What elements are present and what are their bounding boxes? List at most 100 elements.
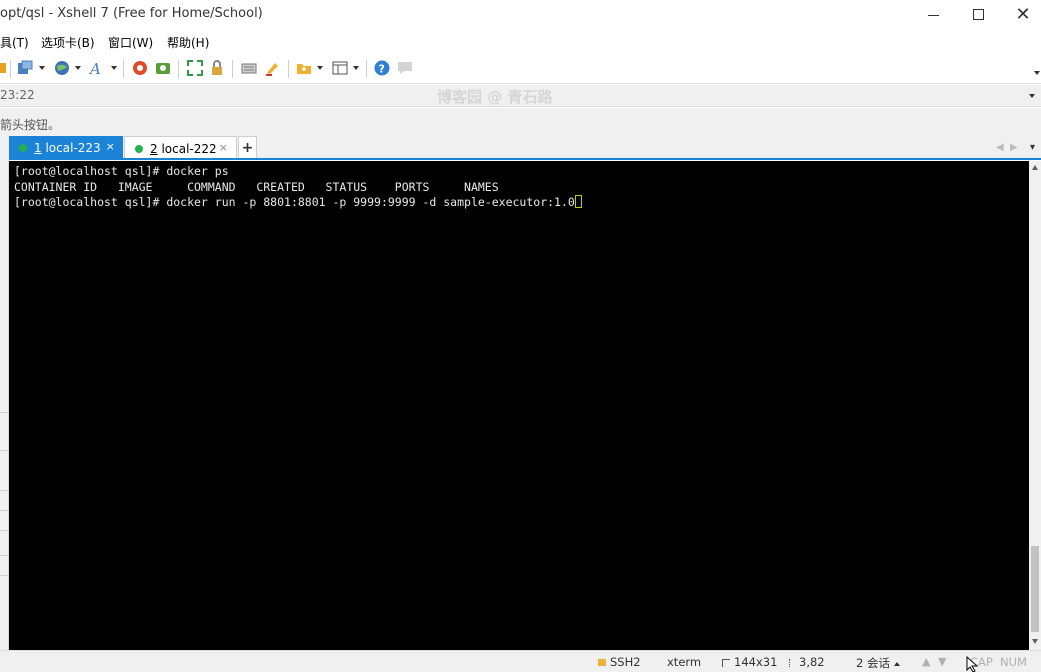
maximize-button[interactable] xyxy=(955,0,1001,28)
status-cursor-pos: 3,82 xyxy=(789,655,825,669)
folder-icon[interactable] xyxy=(295,59,313,77)
tab-number: 1 xyxy=(34,141,42,155)
sessions-label: 2 会话 xyxy=(856,656,890,670)
chevron-down-icon[interactable] xyxy=(353,66,359,70)
panel-divider xyxy=(0,555,8,556)
terminal-output[interactable]: [root@localhost qsl]# docker ps CONTAINE… xyxy=(9,161,1029,650)
connected-status-icon xyxy=(19,144,27,152)
terminal-line: [root@localhost qsl]# docker ps xyxy=(14,164,229,178)
download-icon: ▼ xyxy=(938,655,947,668)
menu-bar: 具(T) 选项卡(B) 窗口(W) 帮助(H) xyxy=(0,28,1041,54)
tab-local-223[interactable]: 1 local-223 × xyxy=(9,136,123,160)
chevron-down-icon[interactable] xyxy=(1029,94,1035,98)
status-size: 144x31 xyxy=(722,655,777,669)
toolbar-separator xyxy=(10,60,11,78)
toolbar-overflow-icon[interactable] xyxy=(1034,71,1040,75)
tab-prev-icon[interactable]: ◀ xyxy=(996,142,1004,153)
vertical-scrollbar[interactable] xyxy=(1029,161,1041,650)
tab-local-222[interactable]: 2 local-222 × xyxy=(124,136,237,160)
text-cursor xyxy=(574,195,582,208)
chevron-down-icon[interactable] xyxy=(75,66,81,70)
menu-tools[interactable]: 具(T) xyxy=(0,34,29,51)
title-bar: opt/qsl - Xshell 7 (Free for Home/School… xyxy=(0,0,1041,28)
address-bar[interactable]: 23:22 博客园 @ 青石路 xyxy=(0,85,1041,107)
close-tab-icon[interactable]: × xyxy=(106,140,115,153)
keyboard-icon[interactable] xyxy=(240,59,258,77)
chat-icon[interactable] xyxy=(396,59,414,77)
address-text: 23:22 xyxy=(0,88,35,102)
status-protocol: SSH2 xyxy=(598,655,641,669)
hint-text: 箭头按钮。 xyxy=(0,118,61,132)
minimize-button[interactable] xyxy=(910,0,956,28)
resize-icon xyxy=(722,659,730,667)
status-bar: SSH2 xterm 144x31 3,82 2 会话 ▲ ▼ CAP NUM xyxy=(0,650,1041,672)
protocol-label: SSH2 xyxy=(610,655,641,669)
menu-tabs[interactable]: 选项卡(B) xyxy=(41,34,95,51)
scroll-up-icon[interactable] xyxy=(1032,165,1038,170)
svg-text:?: ? xyxy=(379,63,385,76)
panel-divider xyxy=(0,510,8,511)
minimize-icon xyxy=(927,14,939,16)
connected-status-icon xyxy=(135,144,143,153)
toolbar-separator xyxy=(232,60,233,78)
xagent-icon[interactable] xyxy=(154,59,172,77)
lock-icon[interactable] xyxy=(208,59,226,77)
chevron-down-icon[interactable] xyxy=(111,66,117,70)
chevron-down-icon[interactable] xyxy=(39,66,45,70)
scroll-down-icon[interactable] xyxy=(1032,639,1038,644)
tab-name: local-223 xyxy=(41,141,101,155)
panel-divider xyxy=(0,412,8,413)
panel-divider xyxy=(0,490,8,491)
close-tab-icon[interactable]: × xyxy=(219,141,228,154)
tab-next-icon[interactable]: ▶ xyxy=(1010,142,1018,153)
chevron-up-icon xyxy=(893,662,900,666)
tab-name: local-222 xyxy=(157,141,217,156)
close-icon: ✕ xyxy=(1015,3,1031,25)
panel-divider xyxy=(0,450,8,451)
hint-bar: 箭头按钮。 xyxy=(0,108,1041,136)
panel-divider xyxy=(0,530,8,531)
add-tab-button[interactable]: + xyxy=(238,136,257,160)
layout-icon[interactable] xyxy=(331,59,349,77)
globe-icon[interactable] xyxy=(53,59,71,77)
watermark: 博客园 @ 青石路 xyxy=(437,88,553,106)
lock-icon xyxy=(598,659,606,666)
mouse-cursor-icon xyxy=(966,656,979,672)
window-title: opt/qsl - Xshell 7 (Free for Home/School… xyxy=(0,6,263,21)
menu-help[interactable]: 帮助(H) xyxy=(167,34,209,51)
toolbar-separator xyxy=(288,60,289,78)
xftp-icon[interactable] xyxy=(131,59,149,77)
cursor-pos-label: 3,82 xyxy=(799,655,825,669)
new-session-icon[interactable] xyxy=(16,59,34,77)
left-panel-edge xyxy=(0,160,9,650)
tab-number: 2 xyxy=(150,141,158,156)
tab-label: 2 local-222 xyxy=(150,142,217,156)
terminal-line-text: [root@localhost qsl]# docker run -p 8801… xyxy=(14,195,575,209)
status-numlock: NUM xyxy=(1000,655,1027,669)
maximize-icon xyxy=(972,8,984,20)
partial-icon[interactable] xyxy=(0,59,10,77)
cursor-pos-icon xyxy=(789,659,795,667)
chevron-down-icon[interactable] xyxy=(317,66,323,70)
tab-label: 1 local-223 xyxy=(34,141,101,155)
font-icon[interactable]: A xyxy=(89,59,107,77)
toolbar: A ? xyxy=(0,54,1041,84)
help-icon[interactable]: ? xyxy=(373,59,391,77)
tab-bar: 1 local-223 × 2 local-222 × + ◀ ▶ ▾ xyxy=(0,136,1041,160)
scroll-thumb[interactable] xyxy=(1031,546,1039,632)
fullscreen-icon[interactable] xyxy=(186,59,204,77)
size-label: 144x31 xyxy=(734,655,778,669)
highlight-icon[interactable] xyxy=(263,59,281,77)
menu-window[interactable]: 窗口(W) xyxy=(108,34,153,51)
status-terminal-type: xterm xyxy=(667,655,702,669)
toolbar-separator xyxy=(178,60,179,78)
toolbar-separator xyxy=(123,60,124,78)
upload-icon: ▲ xyxy=(922,655,931,668)
close-button[interactable]: ✕ xyxy=(1000,0,1041,28)
terminal-line-current: [root@localhost qsl]# docker run -p 8801… xyxy=(14,195,1024,211)
tab-menu-icon[interactable]: ▾ xyxy=(1030,142,1035,153)
toolbar-separator xyxy=(366,60,367,78)
panel-divider xyxy=(0,575,8,576)
status-sessions[interactable]: 2 会话 xyxy=(856,655,900,671)
terminal-line: CONTAINER ID IMAGE COMMAND CREATED STATU… xyxy=(14,179,499,194)
